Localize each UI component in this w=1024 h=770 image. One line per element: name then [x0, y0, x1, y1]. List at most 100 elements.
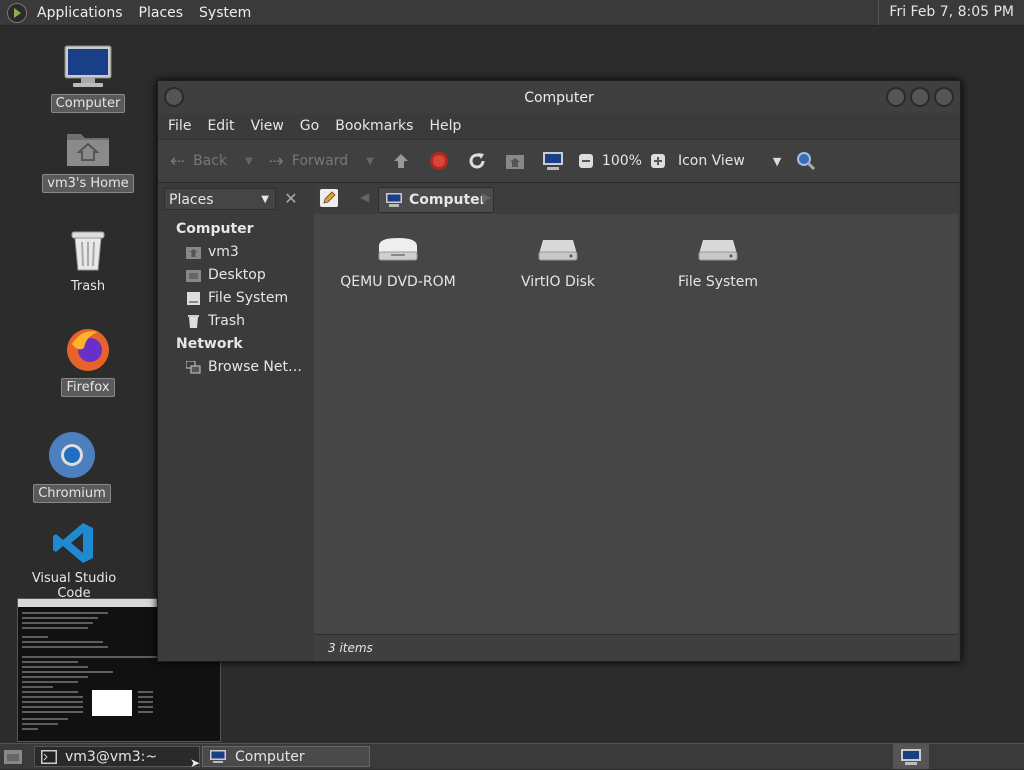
hard-disk-icon	[538, 240, 578, 261]
back-button[interactable]: ⇠ Back	[170, 151, 227, 172]
zoom-out-icon	[578, 154, 593, 168]
search-button[interactable]	[795, 150, 817, 172]
show-desktop-button[interactable]	[3, 747, 23, 765]
path-scroll-left-icon[interactable]: ◀	[360, 190, 369, 204]
menu-bookmarks[interactable]: Bookmarks	[327, 118, 421, 134]
window-titlebar[interactable]: Computer	[158, 81, 960, 113]
up-button[interactable]	[390, 150, 412, 172]
file-item-file-system[interactable]: File System	[658, 234, 778, 290]
desktop-icon-home[interactable]: vm3's Home	[40, 126, 136, 193]
view-mode-dropdown-icon[interactable]: ▼	[773, 155, 781, 168]
sidebar-item-vm3[interactable]: vm3	[186, 244, 239, 260]
forward-history-dropdown-icon[interactable]: ▼	[366, 156, 374, 167]
path-segment-label: Computer	[409, 192, 487, 208]
desktop-icon-label: Chromium	[33, 484, 111, 503]
sidebar-item-desktop[interactable]: Desktop	[186, 267, 266, 283]
optical-drive-icon	[378, 238, 418, 261]
sidebar-item-file-system[interactable]: File System	[186, 290, 288, 306]
menu-help[interactable]: Help	[421, 118, 469, 134]
path-segment-computer[interactable]: Computer	[378, 187, 494, 213]
back-arrow-icon: ⇠	[170, 150, 186, 172]
reload-button[interactable]	[466, 150, 488, 172]
chevron-down-icon: ▼	[261, 194, 269, 205]
sidebar-item-label: File System	[208, 290, 289, 306]
zoom-out-button[interactable]	[578, 150, 594, 172]
menu-go[interactable]: Go	[292, 118, 327, 134]
desktop-icon-computer[interactable]: Computer	[40, 44, 136, 113]
firefox-icon	[67, 329, 109, 371]
sidebar-header-computer: Computer	[176, 221, 254, 237]
computer-icon	[901, 748, 921, 765]
menu-edit[interactable]: Edit	[199, 118, 242, 134]
chromium-icon	[49, 432, 95, 478]
search-icon	[797, 152, 816, 171]
desktop-icon-firefox[interactable]: Firefox	[40, 326, 136, 397]
system-menu[interactable]: System	[191, 5, 259, 21]
desktop-icon-vscode[interactable]: Visual Studio Code	[14, 520, 134, 602]
sidebar-places-select[interactable]: Places ▼	[164, 188, 276, 210]
home-folder-icon	[186, 246, 201, 259]
bottom-panel: vm3@vm3:~ Computer ➤	[0, 743, 1024, 770]
taskbar-item-label: Computer	[235, 748, 305, 765]
stop-icon	[429, 152, 448, 170]
close-button[interactable]	[934, 87, 954, 107]
zoom-in-button[interactable]	[650, 150, 666, 172]
places-menu[interactable]: Places	[131, 5, 192, 21]
desktop-icon-label: Computer	[50, 94, 126, 113]
sidebar-close-icon[interactable]: ✕	[280, 188, 302, 210]
trash-icon	[71, 231, 105, 271]
file-system-icon	[187, 291, 200, 305]
computer-icon	[386, 193, 402, 207]
minimize-button[interactable]	[886, 87, 906, 107]
show-desktop-icon	[4, 750, 22, 764]
menu-view[interactable]: View	[243, 118, 292, 134]
taskbar-item-label: vm3@vm3:~	[65, 748, 158, 765]
file-item-label: File System	[677, 274, 759, 290]
hard-disk-icon	[698, 240, 738, 261]
maximize-button[interactable]	[910, 87, 930, 107]
home-button[interactable]	[504, 150, 526, 172]
terminal-icon	[41, 749, 57, 764]
sidebar-item-label: Desktop	[208, 267, 266, 283]
desktop-icon-trash[interactable]: Trash	[40, 228, 136, 295]
desktop-icon-label: vm3's Home	[42, 174, 134, 193]
computer-button[interactable]	[542, 150, 564, 172]
file-item-virtio-disk[interactable]: VirtIO Disk	[498, 234, 618, 290]
edit-location-button[interactable]	[320, 189, 338, 207]
sidebar-item-trash[interactable]: Trash	[186, 313, 245, 329]
stop-button[interactable]	[428, 150, 450, 172]
applications-menu[interactable]: Applications	[29, 5, 131, 21]
back-label: Back	[193, 153, 228, 169]
file-item-qemu-dvd-rom[interactable]: QEMU DVD-ROM	[338, 234, 458, 290]
taskbar-item-computer[interactable]: Computer	[202, 746, 370, 767]
up-arrow-icon	[393, 154, 408, 168]
desktop-icon-label: Firefox	[61, 378, 115, 397]
toolbar: ⇠ Back ▼ ⇢ Forward ▼ 100% Icon View ▼	[158, 139, 960, 183]
sidebar-item-browse-network[interactable]: Browse Net…	[186, 359, 302, 375]
file-view[interactable]: QEMU DVD-ROM VirtIO Disk File System	[314, 214, 958, 634]
sidebar-header-network: Network	[176, 336, 243, 352]
trash-icon	[188, 314, 199, 328]
top-panel: Applications Places System Fri Feb 7, 8:…	[0, 0, 1024, 26]
menu-file[interactable]: File	[160, 118, 199, 134]
home-folder-icon	[67, 134, 109, 166]
computer-icon	[64, 45, 112, 87]
desktop-icon-chromium[interactable]: Chromium	[24, 430, 120, 503]
home-folder-icon	[505, 155, 524, 169]
desktop-icon-label: Trash	[70, 279, 106, 294]
zoom-level: 100%	[601, 153, 642, 169]
file-manager-window[interactable]: Computer File Edit View Go Bookmarks Hel…	[157, 80, 961, 662]
forward-button[interactable]: ⇢ Forward	[269, 151, 348, 172]
forward-arrow-icon: ⇢	[268, 150, 284, 172]
vscode-icon	[53, 523, 93, 563]
workspace-switcher[interactable]	[893, 744, 929, 769]
back-history-dropdown-icon[interactable]: ▼	[245, 156, 253, 167]
computer-icon	[542, 152, 563, 170]
sidebar: Places ▼ ✕ Computer vm3 Desktop File Sys…	[160, 184, 307, 659]
path-scroll-right-icon[interactable]: ▶	[482, 190, 491, 204]
desktop-folder-icon	[186, 269, 201, 282]
taskbar-item-terminal[interactable]: vm3@vm3:~	[34, 746, 200, 767]
applications-logo-icon[interactable]	[7, 2, 27, 23]
view-mode-select[interactable]: Icon View	[678, 153, 745, 169]
panel-clock[interactable]: Fri Feb 7, 8:05 PM	[878, 0, 1024, 25]
